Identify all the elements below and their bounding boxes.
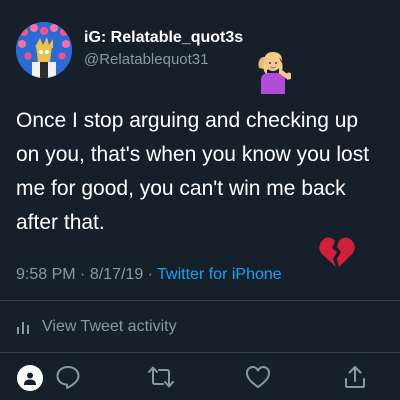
tweet-card: iG: Relatable_quot3s @Relatablequot31 On… xyxy=(0,0,400,400)
bar-chart-icon xyxy=(17,322,29,334)
view-tweet-activity-link[interactable]: View Tweet activity xyxy=(16,316,177,338)
display-name[interactable]: iG: Relatable_quot3s xyxy=(84,29,243,47)
tweet-text-line: Once I stop arguing and checking up xyxy=(16,109,359,132)
like-button[interactable] xyxy=(243,362,273,392)
broken-heart-emoji xyxy=(319,237,355,267)
tweet-meta: 9:58 PM · 8/17/19 · Twitter for iPhone xyxy=(16,266,282,284)
person-icon[interactable] xyxy=(17,365,43,391)
avatar[interactable] xyxy=(16,22,72,78)
reply-button[interactable] xyxy=(53,362,83,392)
divider xyxy=(0,300,400,301)
reply-icon xyxy=(56,366,80,389)
meta-separator: · xyxy=(80,266,86,283)
activity-label: View Tweet activity xyxy=(42,318,177,335)
tweet-time: 9:58 PM xyxy=(16,266,76,283)
tweet-text-line: on you, that's when you know you lost xyxy=(16,143,370,166)
avatar-image xyxy=(16,22,72,78)
person-tipping-hand-emoji xyxy=(258,52,291,94)
user-handle[interactable]: @Relatablequot31 xyxy=(84,51,208,68)
tweet-text-line: me for good, you can't win me back xyxy=(16,177,346,200)
retweet-icon xyxy=(148,366,174,388)
divider xyxy=(0,352,400,353)
retweet-button[interactable] xyxy=(146,362,176,392)
meta-separator: · xyxy=(147,266,153,283)
share-button[interactable] xyxy=(340,362,370,392)
like-icon xyxy=(246,366,270,388)
tweet-source-link[interactable]: Twitter for iPhone xyxy=(157,266,282,283)
tweet-date: 8/17/19 xyxy=(89,266,144,283)
share-icon xyxy=(345,366,365,388)
tweet-text: Once I stop arguing and checking up on y… xyxy=(16,104,400,240)
tweet-actions xyxy=(0,356,400,400)
